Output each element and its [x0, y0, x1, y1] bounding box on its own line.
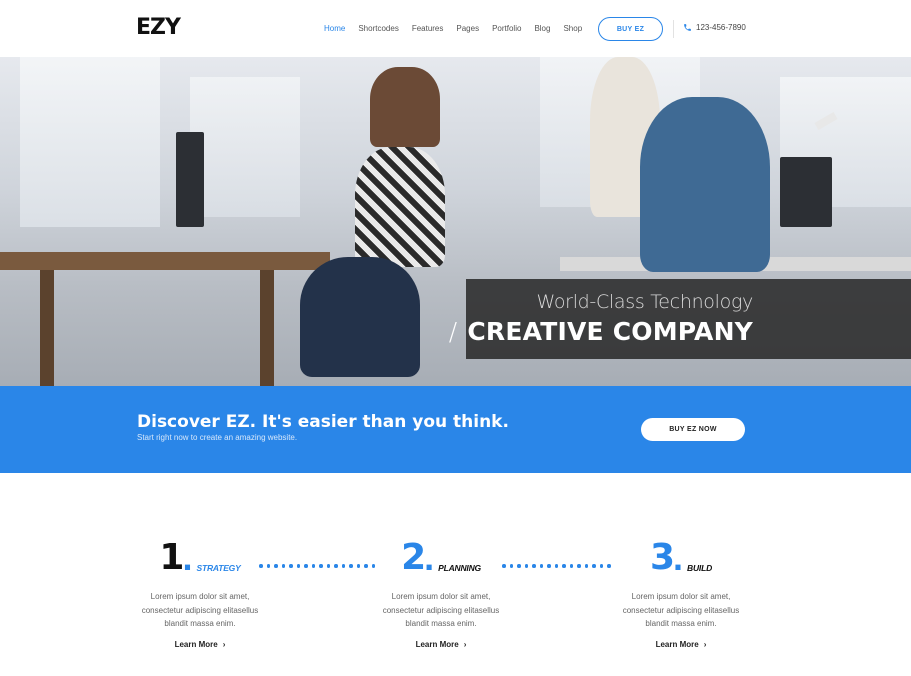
chevron-right-icon: › [703, 639, 707, 649]
step-heading: 1. STRATEGY [125, 538, 275, 576]
person-shape [640, 97, 770, 272]
hero-slash: / [448, 317, 458, 346]
phone-number: 123-456-7890 [696, 23, 746, 32]
nav-pages[interactable]: Pages [456, 22, 479, 36]
buy-ez-now-button[interactable]: BUY EZ NOW [641, 418, 745, 441]
nav-blog[interactable]: Blog [534, 22, 550, 36]
main-nav: Home Shortcodes Features Pages Portfolio… [324, 22, 595, 36]
hero-tagline: World-Class Technology [536, 291, 753, 313]
site-header: EZY Home Shortcodes Features Pages Portf… [0, 0, 911, 57]
nav-home[interactable]: Home [324, 22, 345, 36]
step-dot: . [673, 537, 684, 578]
step-dot: . [182, 537, 193, 578]
step-strategy: 1. STRATEGY Lorem ipsum dolor sit amet, … [125, 538, 275, 649]
learn-more-label: Learn More [655, 639, 699, 649]
step-connector [502, 564, 611, 568]
step-description: Lorem ipsum dolor sit amet, consectetur … [606, 590, 756, 631]
phone-icon [684, 24, 691, 31]
desk-shape [0, 252, 330, 270]
step-text-line: Lorem ipsum dolor sit amet, [150, 592, 250, 601]
person-shape [300, 257, 420, 377]
step-number: 3 [649, 537, 675, 578]
logo[interactable]: EZY [136, 17, 181, 39]
desk-leg [260, 270, 274, 386]
step-label: BUILD [687, 563, 713, 573]
step-label: PLANNING [438, 563, 481, 573]
step-text-line: consectetur adipiscing elitasellus [141, 605, 259, 615]
learn-more-link[interactable]: Learn More › [125, 640, 275, 649]
nav-features[interactable]: Features [412, 22, 444, 36]
step-text-line: Lorem ipsum dolor sit amet, [631, 592, 731, 601]
step-text-line: Lorem ipsum dolor sit amet, [391, 592, 491, 601]
step-text-line: blandit massa enim. [405, 619, 477, 628]
cta-subtitle: Start right now to create an amazing web… [137, 433, 298, 442]
cta-band: Discover EZ. It's easier than you think.… [0, 386, 911, 473]
nav-portfolio[interactable]: Portfolio [492, 22, 521, 36]
step-text-line: consectetur adipiscing elitasellus [382, 605, 500, 615]
buy-ez-button[interactable]: BUY EZ [598, 17, 663, 41]
person-shape [355, 147, 445, 267]
learn-more-link[interactable]: Learn More › [606, 640, 756, 649]
step-dot: . [424, 537, 435, 578]
nav-shop[interactable]: Shop [563, 22, 582, 36]
step-heading: 3. BUILD [606, 538, 756, 576]
step-number: 2 [401, 537, 426, 578]
header-divider [673, 20, 674, 38]
step-description: Lorem ipsum dolor sit amet, consectetur … [125, 590, 275, 631]
learn-more-label: Learn More [174, 639, 218, 649]
step-description: Lorem ipsum dolor sit amet, consectetur … [366, 590, 516, 631]
monitor-shape [780, 157, 832, 227]
phone-contact[interactable]: 123-456-7890 [683, 23, 746, 32]
step-label: STRATEGY [196, 563, 241, 573]
window-shape [190, 77, 300, 217]
person-shape [370, 67, 440, 147]
hero-headline-text: CREATIVE COMPANY [467, 317, 753, 346]
step-heading: 2. PLANNING [366, 538, 516, 576]
step-build: 3. BUILD Lorem ipsum dolor sit amet, con… [606, 538, 756, 649]
step-connector [259, 564, 375, 568]
step-text-line: consectetur adipiscing elitasellus [622, 605, 740, 615]
nav-shortcodes[interactable]: Shortcodes [358, 22, 398, 36]
hero-banner: World-Class Technology / CREATIVE COMPANY [0, 57, 911, 386]
learn-more-label: Learn More [415, 639, 459, 649]
step-number: 1 [159, 537, 184, 578]
step-planning: 2. PLANNING Lorem ipsum dolor sit amet, … [366, 538, 516, 649]
chevron-right-icon: › [463, 639, 467, 649]
hero-headline: / CREATIVE COMPANY [449, 317, 753, 346]
step-text-line: blandit massa enim. [164, 619, 236, 628]
monitor-shape [176, 132, 204, 227]
step-text-line: blandit massa enim. [645, 619, 717, 628]
desk-leg [40, 270, 54, 386]
window-shape [20, 57, 160, 227]
cta-title: Discover EZ. It's easier than you think. [137, 412, 509, 432]
chevron-right-icon: › [222, 639, 226, 649]
learn-more-link[interactable]: Learn More › [366, 640, 516, 649]
